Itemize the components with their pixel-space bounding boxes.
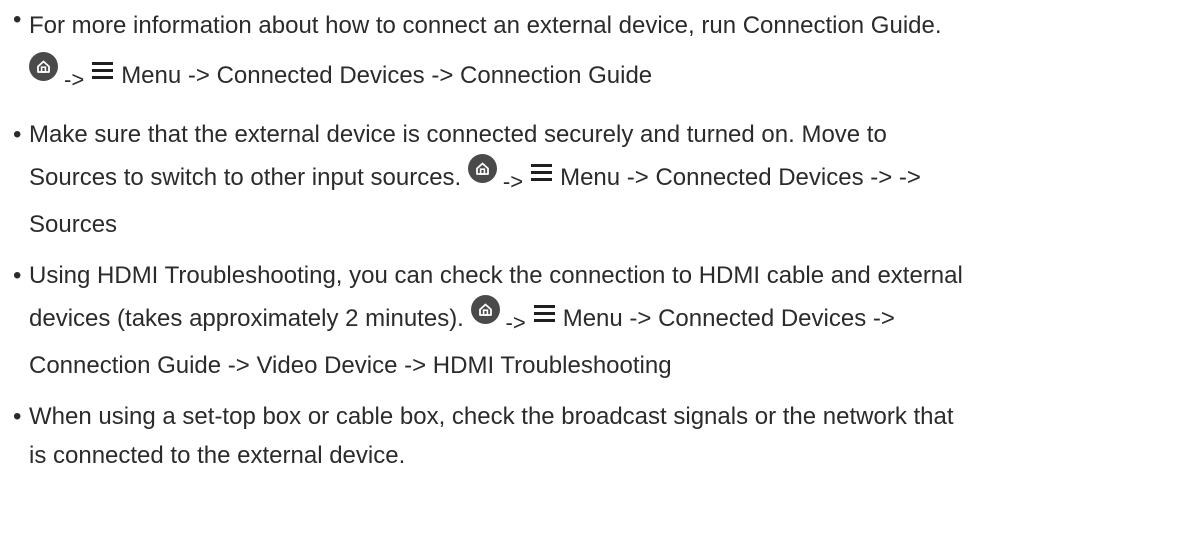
bullet: • — [13, 121, 22, 148]
item-text: For more information about how to connec… — [29, 6, 1173, 45]
item-text: When using a set-top box or cable box, c… — [29, 397, 1173, 436]
item-text-line: When using a set-top box or cable box, c… — [29, 403, 954, 430]
item-text-line: devices (takes approximately 2 minutes). — [29, 305, 464, 332]
item-text: Using HDMI Troubleshooting, you can chec… — [29, 256, 1173, 295]
arrow-text: -> — [502, 169, 524, 194]
menu-icon — [533, 305, 555, 322]
item-text: Make sure that the external device is co… — [29, 115, 1173, 154]
bullet: • — [13, 6, 22, 33]
item-text-line: Make sure that the external device is co… — [29, 121, 887, 148]
item-text-line: Using HDMI Troubleshooting, you can chec… — [29, 262, 963, 289]
menu-path-line: Sources to switch to other input sources… — [29, 154, 1173, 205]
item-text-line: For more information about how to connec… — [29, 12, 942, 39]
bullet: • — [13, 262, 22, 289]
menu-icon — [531, 164, 553, 181]
home-icon — [470, 295, 500, 324]
list-item: • Make sure that the external device is … — [13, 115, 1173, 244]
document-body: • For more information about how to conn… — [13, 0, 1173, 475]
arrow-text: -> — [505, 310, 526, 335]
menu-path-line: devices (takes approximately 2 minutes).… — [29, 295, 1173, 346]
menu-path: Menu -> Connected Devices -> Connection … — [121, 62, 653, 89]
menu-path-line: -> Menu -> Connected Devices -> Connectio… — [29, 45, 1173, 111]
item-text-line: Connection Guide -> Video Device -> HDMI… — [29, 352, 672, 379]
home-icon — [29, 52, 58, 81]
menu-path: Menu -> Connected Devices -> -> — [560, 164, 921, 191]
list-item: • Using HDMI Troubleshooting, you can ch… — [13, 256, 1173, 385]
item-text-line: Sources to switch to other input sources… — [29, 164, 462, 191]
item-text: Connection Guide -> Video Device -> HDMI… — [29, 346, 1173, 385]
list-item: • For more information about how to conn… — [13, 0, 1173, 111]
item-text: Sources — [29, 205, 1173, 244]
item-text-line: Sources — [29, 211, 118, 238]
arrow-text: -> — [64, 67, 85, 92]
menu-icon — [92, 62, 114, 79]
home-icon — [467, 154, 497, 183]
item-text: is connected to the external device. — [29, 436, 1173, 475]
bullet: • — [13, 403, 22, 430]
item-text-line: is connected to the external device. — [29, 442, 406, 469]
menu-path: Menu -> Connected Devices -> — [562, 305, 895, 332]
list-item: • When using a set-top box or cable box,… — [13, 397, 1173, 475]
